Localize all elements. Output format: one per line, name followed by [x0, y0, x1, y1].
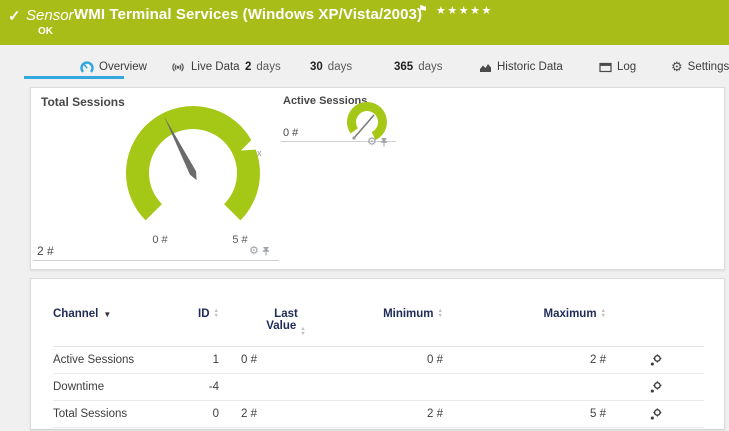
tab-historic-data[interactable]: Historic Data [479, 55, 563, 79]
column-header-id-label: ID [198, 308, 210, 320]
column-header-last-value[interactable]: Last Value▲▼ [219, 308, 331, 335]
column-header-channel[interactable]: Channel ▼ [53, 308, 161, 335]
mini-gauge-settings-gear-icon[interactable]: ⚙ [367, 137, 377, 147]
log-icon [599, 62, 612, 73]
object-kind-label: Sensor [26, 7, 74, 24]
historic-chart-icon [479, 62, 492, 73]
primary-gauge-tools: ⚙ [249, 246, 270, 256]
channel-id: -4 [161, 381, 219, 393]
channel-minimum: 2 # [331, 408, 443, 420]
tab-30-days[interactable]: 30 days [310, 55, 352, 79]
sensor-title: WMI Terminal Services (Windows XP/Vista/… [74, 6, 422, 23]
channel-maximum: 2 # [443, 354, 606, 366]
tab-historic-data-label: Historic Data [497, 61, 563, 73]
overview-gauges-panel: Total Sessions x 0 # 5 # 2 # ⚙ Active Se… [30, 87, 725, 270]
tab-2-days[interactable]: 2 days [245, 55, 281, 79]
primary-widget-divider [33, 260, 279, 261]
total-sessions-gauge [113, 95, 273, 245]
column-header-maximum-label: Maximum [544, 308, 597, 320]
gauge-pin-icon[interactable] [262, 246, 270, 256]
column-header-maximum[interactable]: Maximum ▲▼ [443, 308, 606, 335]
table-row-downtime: Downtime -4 [53, 374, 704, 401]
gauge-settings-gear-icon[interactable]: ⚙ [249, 246, 259, 256]
sort-toggle-icon: ▲▼ [300, 327, 305, 336]
tab-bar: Overview Live Data 2 days 30 days 365 da… [0, 45, 729, 85]
column-header-id[interactable]: ID ▲▼ [161, 308, 219, 335]
tab-settings-label: Settings [688, 61, 729, 73]
channel-settings-icon[interactable] [649, 354, 662, 367]
active-tab-indicator [24, 76, 124, 79]
gauge-scale-min: 0 # [143, 234, 177, 246]
tab-log[interactable]: Log [599, 55, 636, 79]
channel-id: 1 [161, 354, 219, 366]
tab-settings[interactable]: ⚙ Settings [671, 55, 729, 79]
table-row-total-sessions: Total Sessions 0 2 # 2 # 5 # [53, 401, 704, 428]
priority-stars[interactable]: ★★★★★ [436, 4, 493, 17]
secondary-gauge-tools: ⚙ [367, 137, 388, 147]
sort-toggle-icon: ▲▼ [438, 309, 443, 318]
channels-table: Channel ▼ ID ▲▼ Last Value▲▼ Minimum ▲▼ … [31, 279, 724, 428]
channel-name: Downtime [53, 381, 161, 393]
tab-log-label: Log [617, 61, 636, 73]
column-header-last-value-label: Last Value [266, 308, 298, 332]
channel-id: 0 [161, 408, 219, 420]
channel-settings-icon[interactable] [649, 408, 662, 421]
sort-active-desc-icon: ▼ [103, 310, 111, 319]
tab-30-days-unit: days [328, 61, 352, 73]
table-row-active-sessions: Active Sessions 1 0 # 0 # 2 # [53, 347, 704, 374]
tab-365-days[interactable]: 365 days [394, 55, 442, 79]
tab-overview-label: Overview [99, 61, 147, 73]
priority-flag-icon[interactable]: ⚑ [418, 3, 428, 16]
live-data-icon [170, 60, 186, 74]
tab-30-days-number: 30 [310, 61, 323, 73]
table-header-row: Channel ▼ ID ▲▼ Last Value▲▼ Minimum ▲▼ … [53, 279, 704, 347]
settings-gear-icon: ⚙ [671, 61, 683, 73]
mini-gauge-needle [354, 115, 374, 138]
status-ok-check-icon: ✓ [8, 7, 21, 25]
channel-maximum: 5 # [443, 408, 606, 420]
tab-365-days-number: 365 [394, 61, 413, 73]
channel-name: Total Sessions [53, 408, 161, 420]
active-sessions-value: 0 # [283, 127, 298, 139]
column-header-minimum[interactable]: Minimum ▲▼ [331, 308, 443, 335]
tab-live-data-label: Live Data [191, 61, 240, 73]
channel-name: Active Sessions [53, 354, 161, 366]
channels-table-panel: Channel ▼ ID ▲▼ Last Value▲▼ Minimum ▲▼ … [30, 278, 725, 430]
channel-last-value: 0 # [219, 354, 331, 366]
column-header-channel-label: Channel [53, 308, 98, 320]
sensor-titlebar: ✓ Sensor WMI Terminal Services (Windows … [0, 0, 729, 45]
sort-toggle-icon: ▲▼ [601, 309, 606, 318]
tab-live-data[interactable]: Live Data [170, 55, 240, 79]
tab-2-days-number: 2 [245, 61, 251, 73]
column-header-minimum-label: Minimum [383, 308, 433, 320]
mini-gauge-pin-icon[interactable] [380, 137, 388, 147]
gauge-marker-x: x [257, 148, 262, 158]
total-sessions-value: 2 # [37, 244, 54, 258]
sort-toggle-icon: ▲▼ [214, 309, 219, 318]
channel-last-value: 2 # [219, 408, 331, 420]
tab-2-days-unit: days [256, 61, 280, 73]
channel-minimum: 0 # [331, 354, 443, 366]
tab-365-days-unit: days [418, 61, 442, 73]
sensor-status-badge: OK [38, 26, 53, 37]
gauge-icon [80, 61, 94, 74]
channel-settings-icon[interactable] [649, 381, 662, 394]
